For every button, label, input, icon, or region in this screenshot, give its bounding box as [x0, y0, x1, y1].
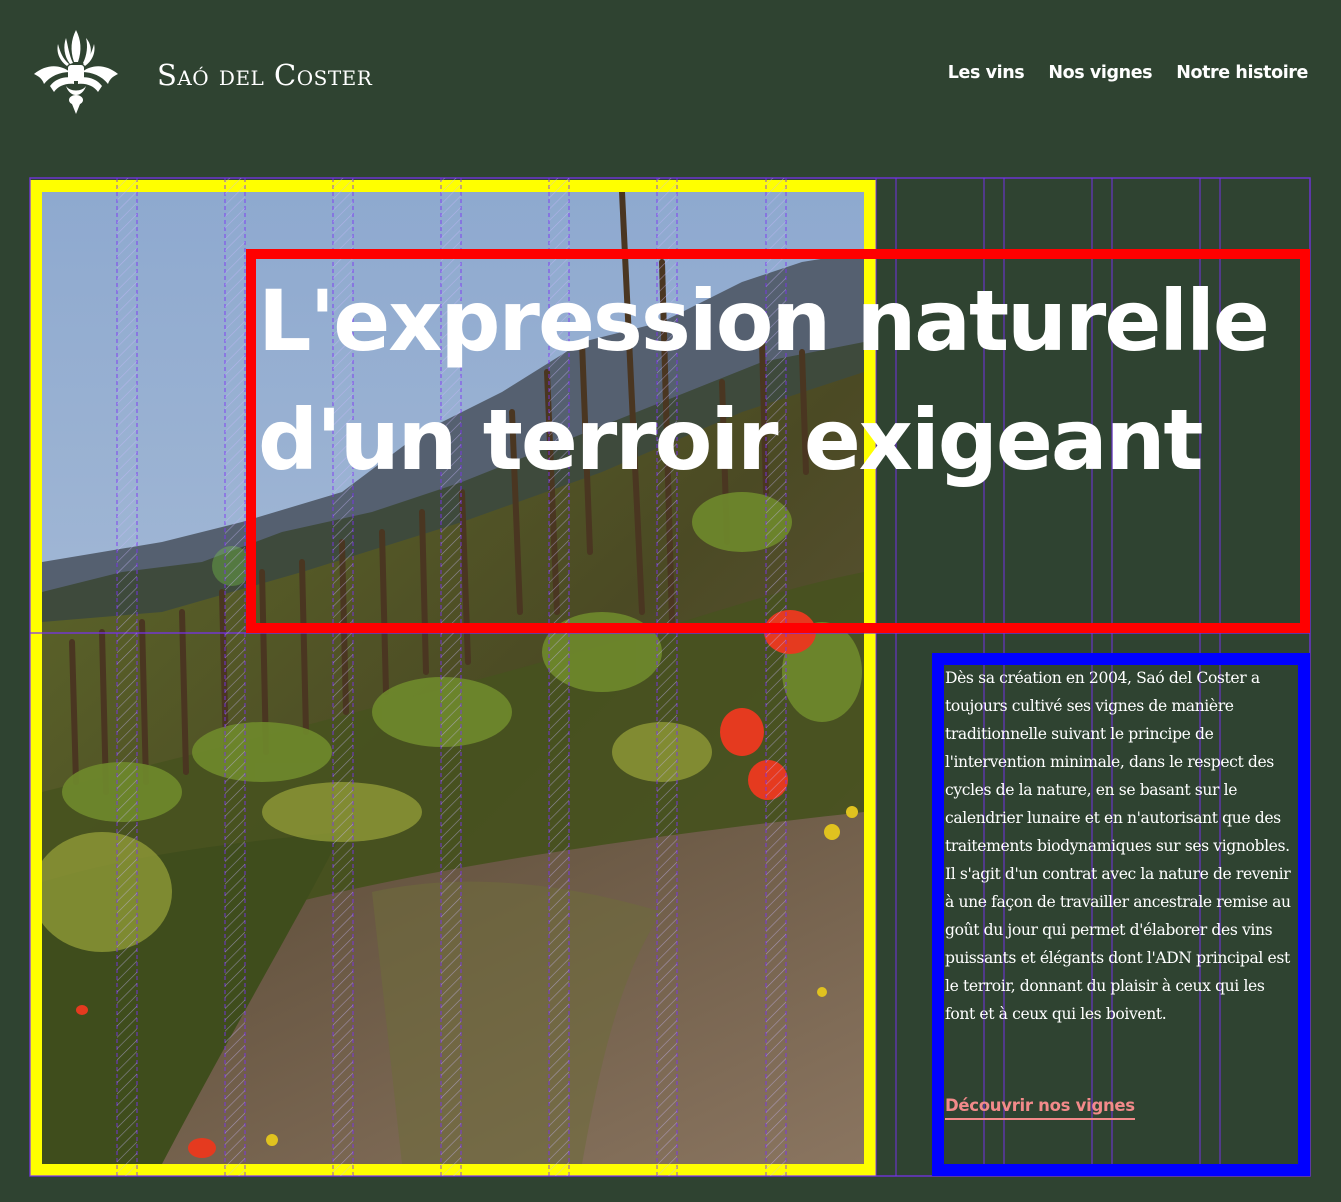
fleur-de-lis-icon[interactable]: [30, 28, 122, 116]
brand-name[interactable]: Saó del Coster: [157, 58, 372, 92]
nav-item-les-vins[interactable]: Les vins: [948, 63, 1025, 83]
intro-paragraph: Dès sa création en 2004, Saó del Coster …: [945, 669, 1291, 1023]
nav-item-notre-histoire[interactable]: Notre histoire: [1176, 63, 1308, 83]
discover-vineyards-link[interactable]: Découvrir nos vignes: [945, 1096, 1135, 1120]
nav-item-nos-vignes[interactable]: Nos vignes: [1048, 63, 1152, 83]
main-nav: Les vins Nos vignes Notre histoire: [948, 63, 1309, 83]
hero-headline: L'expression naturelle d'un terroir exig…: [258, 272, 1270, 489]
